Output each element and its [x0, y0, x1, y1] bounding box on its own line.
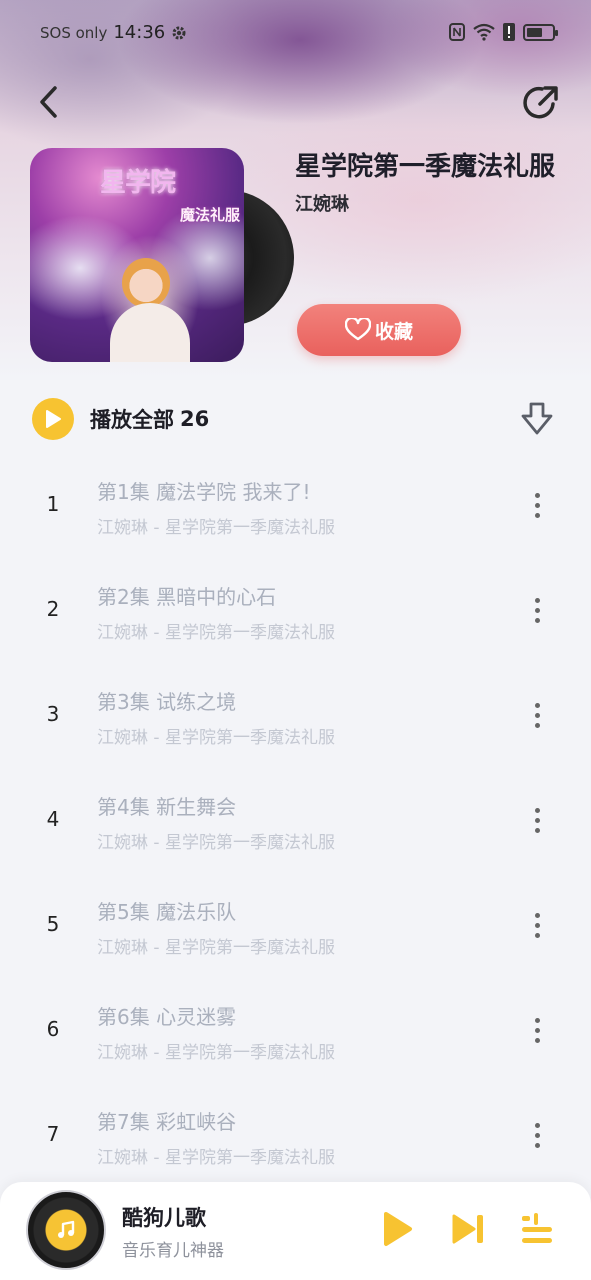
favorite-label: 收藏	[374, 320, 413, 343]
track-number: 7	[46, 1122, 60, 1146]
battery-icon	[523, 23, 558, 41]
cover-subtitle: 魔法礼服	[180, 206, 241, 224]
more-options-icon[interactable]	[520, 1011, 554, 1049]
status-bar: SOS only 14:36	[0, 18, 591, 50]
wifi-icon	[473, 23, 495, 41]
nfc-icon	[449, 23, 465, 41]
play-icon	[384, 1212, 412, 1246]
player-title: 酷狗儿歌	[122, 1206, 206, 1230]
track-subtitle: 江婉琳 - 星学院第一季魔法礼服	[97, 1043, 335, 1063]
track-subtitle: 江婉琳 - 星学院第一季魔法礼服	[97, 518, 335, 538]
album-artist[interactable]: 江婉琳	[295, 190, 349, 216]
favorite-button[interactable]: 收藏	[297, 304, 461, 356]
track-title: 第5集 魔法乐队	[97, 900, 237, 924]
track-row[interactable]: 7 第7集 彩虹峡谷 江婉琳 - 星学院第一季魔法礼服	[0, 1082, 591, 1187]
cover-character-body	[110, 303, 190, 362]
alert-icon	[503, 23, 515, 41]
album-artwork: 星学院 魔法礼服	[30, 148, 294, 362]
track-subtitle: 江婉琳 - 星学院第一季魔法礼服	[97, 728, 335, 748]
heart-icon	[344, 318, 371, 341]
play-all-row: 播放全部 26	[32, 396, 562, 442]
player-next-button[interactable]	[450, 1212, 486, 1246]
track-title: 第6集 心灵迷雾	[97, 1005, 237, 1029]
chevron-left-icon	[40, 86, 57, 118]
music-note-icon	[58, 1220, 75, 1238]
track-row[interactable]: 4 第4集 新生舞会 江婉琳 - 星学院第一季魔法礼服	[0, 767, 591, 872]
track-subtitle: 江婉琳 - 星学院第一季魔法礼服	[97, 938, 335, 958]
track-number: 1	[46, 492, 60, 516]
share-icon	[523, 86, 558, 119]
track-number: 2	[46, 597, 60, 621]
track-title: 第1集 魔法学院 我来了!	[97, 480, 311, 504]
track-subtitle: 江婉琳 - 星学院第一季魔法礼服	[97, 833, 335, 853]
more-options-icon[interactable]	[520, 696, 554, 734]
track-number: 3	[46, 702, 60, 726]
track-title: 第7集 彩虹峡谷	[97, 1110, 237, 1134]
playlist-icon	[522, 1213, 552, 1243]
play-icon	[46, 410, 61, 428]
play-all-button[interactable]: 播放全部 26	[32, 398, 209, 440]
gear-icon	[172, 26, 186, 39]
more-options-icon[interactable]	[520, 906, 554, 944]
player-subtitle: 音乐育儿神器	[122, 1241, 224, 1261]
status-left: SOS only 14:36	[40, 22, 187, 43]
share-button[interactable]	[520, 82, 562, 124]
play-all-circle	[32, 398, 74, 440]
cover-character-head	[122, 258, 170, 308]
track-title: 第2集 黑暗中的心石	[97, 585, 277, 609]
track-subtitle: 江婉琳 - 星学院第一季魔法礼服	[97, 623, 335, 643]
player-disc[interactable]	[26, 1190, 106, 1270]
back-button[interactable]	[28, 80, 68, 124]
album-cover: 星学院 魔法礼服	[30, 148, 244, 362]
track-title: 第3集 试练之境	[97, 690, 237, 714]
more-options-icon[interactable]	[520, 591, 554, 629]
network-status: SOS only	[40, 23, 108, 42]
player-play-button[interactable]	[380, 1210, 414, 1248]
cover-title: 星学院	[100, 168, 176, 198]
track-list: 1 第1集 魔法学院 我来了! 江婉琳 - 星学院第一季魔法礼服 2 第2集 黑…	[0, 452, 591, 1187]
more-options-icon[interactable]	[520, 1116, 554, 1154]
track-number: 4	[46, 807, 60, 831]
play-all-label: 播放全部	[90, 408, 174, 432]
track-title: 第4集 新生舞会	[97, 795, 237, 819]
download-icon	[521, 402, 553, 435]
track-row[interactable]: 3 第3集 试练之境 江婉琳 - 星学院第一季魔法礼服	[0, 662, 591, 767]
track-number: 6	[46, 1017, 60, 1041]
status-right	[449, 23, 558, 41]
album-title: 星学院第一季魔法礼服	[295, 152, 556, 182]
more-options-icon[interactable]	[520, 486, 554, 524]
track-row[interactable]: 2 第2集 黑暗中的心石 江婉琳 - 星学院第一季魔法礼服	[0, 557, 591, 662]
track-row[interactable]: 5 第5集 魔法乐队 江婉琳 - 星学院第一季魔法礼服	[0, 872, 591, 977]
track-subtitle: 江婉琳 - 星学院第一季魔法礼服	[97, 1148, 335, 1168]
track-row[interactable]: 1 第1集 魔法学院 我来了! 江婉琳 - 星学院第一季魔法礼服	[0, 452, 591, 557]
player-playlist-button[interactable]	[520, 1212, 554, 1248]
track-number: 5	[46, 912, 60, 936]
mini-player[interactable]: 酷狗儿歌 音乐育儿神器	[0, 1182, 591, 1280]
more-options-icon[interactable]	[520, 801, 554, 839]
clock: 14:36	[113, 22, 166, 43]
next-track-icon	[452, 1214, 483, 1244]
play-all-count: 26	[180, 407, 210, 431]
track-row[interactable]: 6 第6集 心灵迷雾 江婉琳 - 星学院第一季魔法礼服	[0, 977, 591, 1082]
download-button[interactable]	[518, 400, 556, 438]
